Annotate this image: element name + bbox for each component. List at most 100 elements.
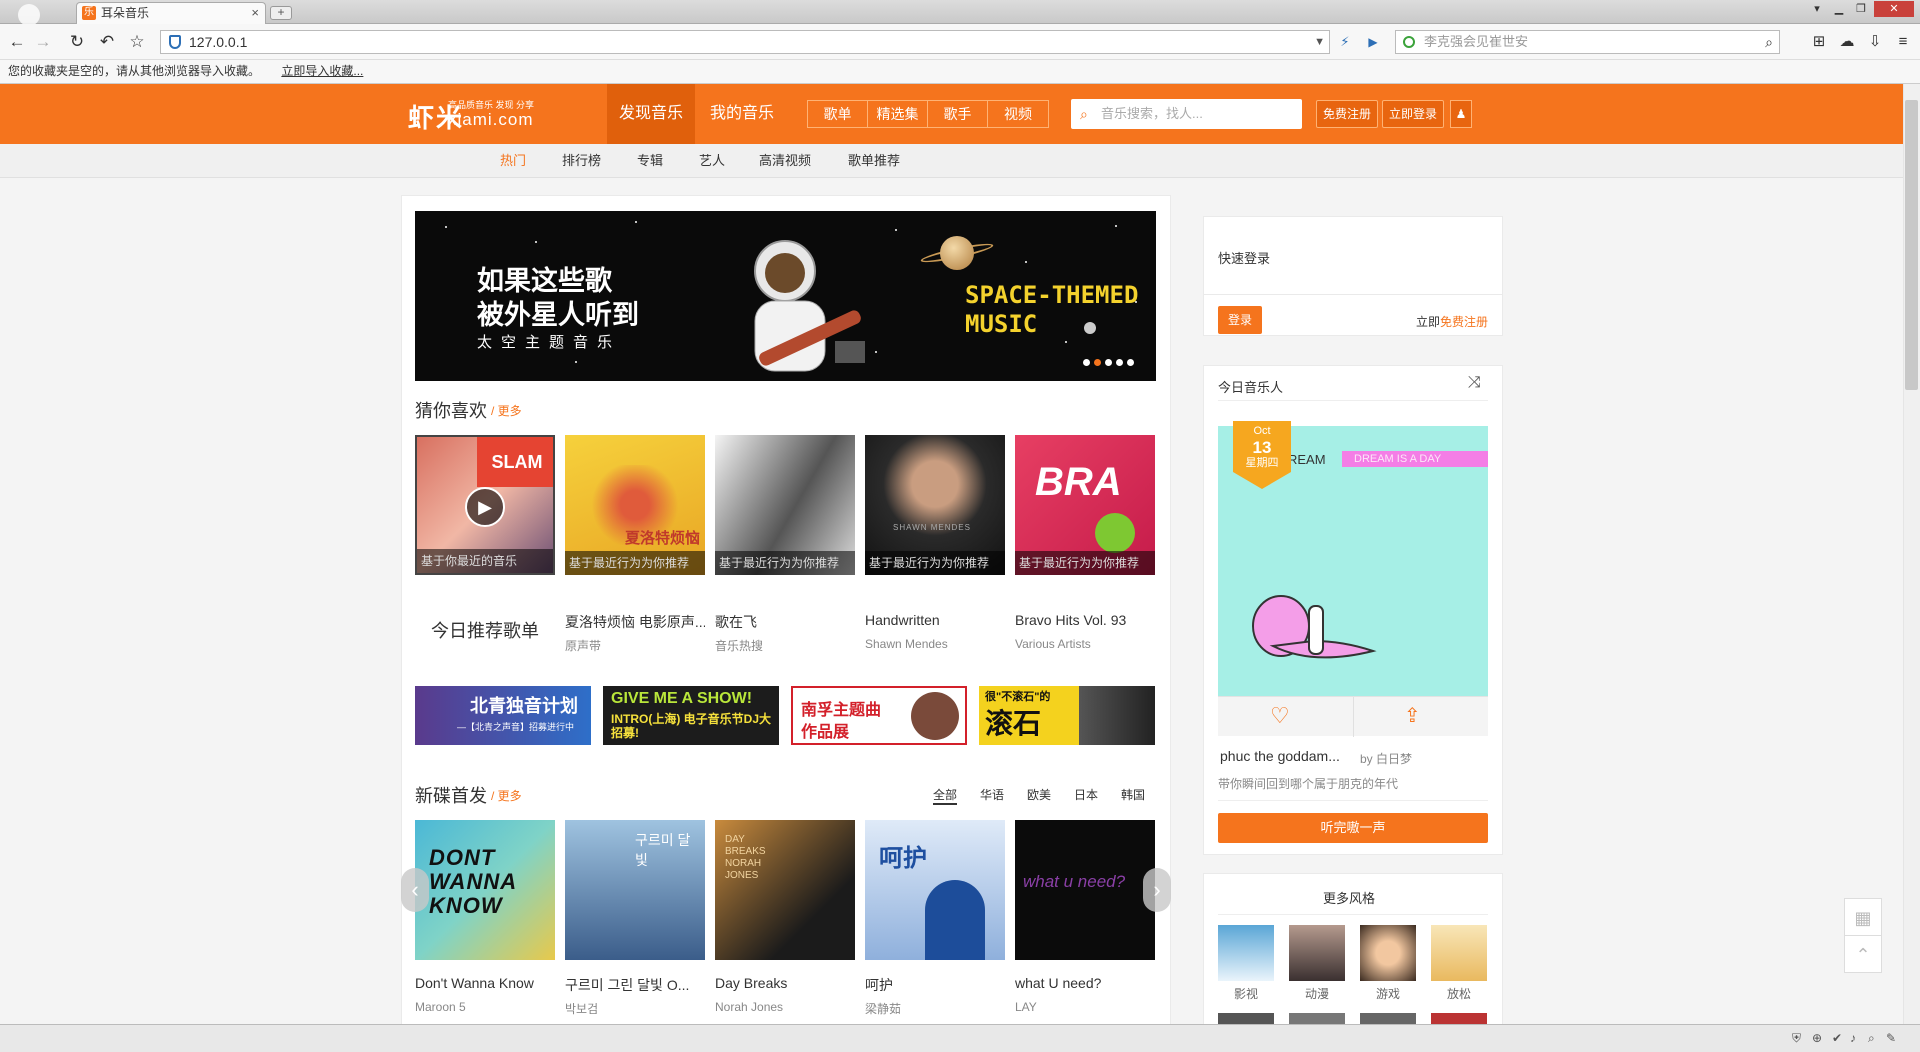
user-avatar-icon[interactable] bbox=[18, 4, 40, 26]
new-tab-button[interactable]: + bbox=[270, 6, 292, 20]
import-bookmarks-link[interactable]: 立即导入收藏... bbox=[281, 64, 363, 78]
album-title[interactable]: 구르미 그린 달빛 O... bbox=[565, 975, 705, 995]
album-tile-4[interactable]: 呵护 bbox=[865, 820, 1005, 960]
album-title[interactable]: what U need? bbox=[1015, 975, 1155, 991]
add-icon[interactable]: ⊕ bbox=[1812, 1031, 1822, 1045]
hero-banner[interactable]: 如果这些歌 被外星人听到 太空主题音乐 SPACE-THEMED MUSIC bbox=[415, 211, 1156, 381]
item-artist[interactable]: Shawn Mendes bbox=[865, 637, 1005, 651]
flash-icon[interactable]: ⚡ bbox=[1334, 31, 1356, 53]
heart-icon[interactable]: ♡ bbox=[1270, 703, 1290, 729]
play-icon[interactable]: ▶ bbox=[1362, 31, 1384, 53]
style-label[interactable]: 影视 bbox=[1218, 985, 1274, 1002]
forward-icon[interactable]: → bbox=[32, 31, 54, 53]
subnav-hd-video[interactable]: 高清视频 bbox=[759, 144, 811, 178]
guess-tile-4[interactable]: SHAWN MENDES 基于最近行为为你推荐 bbox=[865, 435, 1005, 575]
style-tile[interactable] bbox=[1289, 1013, 1345, 1024]
cloud-icon[interactable]: ☁ bbox=[1836, 31, 1858, 53]
banner-pagination[interactable] bbox=[1083, 359, 1134, 366]
shuffle-icon[interactable]: ⤨ bbox=[1468, 374, 1481, 392]
item-artist[interactable]: 原声带 bbox=[565, 637, 705, 654]
album-artist[interactable]: Maroon 5 bbox=[415, 1000, 555, 1014]
restore-button[interactable]: ❐ bbox=[1850, 1, 1872, 17]
guess-more-link[interactable]: / 更多 bbox=[491, 402, 522, 419]
album-tile-5[interactable]: what u need? bbox=[1015, 820, 1155, 960]
zoom-icon[interactable]: ⌕ bbox=[1868, 1031, 1875, 1046]
style-tile-anime[interactable] bbox=[1289, 925, 1345, 981]
style-label[interactable]: 游戏 bbox=[1360, 985, 1416, 1002]
promo-ad-4[interactable]: 很"不滚石"的 滚石 bbox=[979, 686, 1155, 745]
item-title[interactable]: Bravo Hits Vol. 93 bbox=[1015, 612, 1155, 628]
security-icon[interactable]: ⛨ bbox=[1792, 1031, 1801, 1046]
menu-icon[interactable]: ≡ bbox=[1892, 31, 1914, 53]
skin-icon[interactable]: ▾ bbox=[1806, 1, 1828, 17]
qq-login-icon[interactable]: ♟ bbox=[1450, 100, 1472, 128]
nav-playlists[interactable]: 歌单 bbox=[808, 101, 868, 127]
style-tile-film[interactable] bbox=[1218, 925, 1274, 981]
subnav-charts[interactable]: 排行榜 bbox=[562, 144, 601, 178]
album-title[interactable]: Day Breaks bbox=[715, 975, 855, 991]
search-icon[interactable]: ⌕ bbox=[1765, 31, 1773, 53]
nav-my-music[interactable]: 我的音乐 bbox=[698, 84, 786, 144]
subnav-playlist-rec[interactable]: 歌单推荐 bbox=[848, 144, 900, 178]
volume-icon[interactable]: ♪ bbox=[1850, 1031, 1856, 1045]
item-title[interactable]: Handwritten bbox=[865, 612, 1005, 628]
promo-ad-3[interactable]: 南孚主题曲 作品展 bbox=[791, 686, 967, 745]
nav-videos[interactable]: 视频 bbox=[988, 101, 1048, 127]
item-title[interactable]: 夏洛特烦恼 电影原声... bbox=[565, 612, 705, 632]
reload-icon[interactable]: ↻ bbox=[66, 31, 88, 53]
url-field[interactable]: 127.0.0.1 ▼ bbox=[160, 30, 1330, 54]
nav-discover[interactable]: 发现音乐 bbox=[607, 84, 696, 144]
filter-all[interactable]: 全部 bbox=[933, 786, 958, 805]
album-artist[interactable]: 梁静茹 bbox=[865, 1000, 1005, 1017]
subnav-albums[interactable]: 专辑 bbox=[637, 144, 663, 178]
browser-search-input[interactable]: 李克强会见崔世安 ⌕ bbox=[1395, 30, 1780, 54]
subnav-artists[interactable]: 艺人 bbox=[699, 144, 725, 178]
url-dropdown-icon[interactable]: ▼ bbox=[1314, 31, 1325, 53]
nav-collections[interactable]: 精选集 bbox=[868, 101, 928, 127]
download-icon[interactable]: ⇩ bbox=[1864, 31, 1886, 53]
style-label[interactable]: 放松 bbox=[1431, 985, 1487, 1002]
next-arrow-icon[interactable]: › bbox=[1143, 868, 1171, 912]
share-icon[interactable]: ⇪ bbox=[1404, 703, 1421, 728]
promo-ad-2[interactable]: GIVE ME A SHOW! INTRO(上海) 电子音乐节DJ大招募! bbox=[603, 686, 779, 745]
guess-tile-5[interactable]: BRA 基于最近行为为你推荐 bbox=[1015, 435, 1155, 575]
style-tile[interactable] bbox=[1431, 1013, 1487, 1024]
album-title[interactable]: 呵护 bbox=[865, 975, 1005, 995]
sidebar-register-link[interactable]: 立即免费注册 bbox=[1416, 313, 1488, 330]
album-artist[interactable]: Norah Jones bbox=[715, 1000, 855, 1014]
undo-icon[interactable]: ↶ bbox=[96, 31, 118, 53]
album-artist[interactable]: 박보검 bbox=[565, 1000, 705, 1017]
style-tile-relax[interactable] bbox=[1431, 925, 1487, 981]
subnav-hot[interactable]: 热门 bbox=[500, 144, 526, 178]
filter-japanese[interactable]: 日本 bbox=[1074, 786, 1098, 803]
back-icon[interactable]: ← bbox=[6, 31, 28, 53]
style-label[interactable]: 动漫 bbox=[1289, 985, 1345, 1002]
guess-tile-3[interactable]: 基于最近行为为你推荐 bbox=[715, 435, 855, 575]
register-button[interactable]: 免费注册 bbox=[1316, 100, 1379, 128]
album-artist[interactable]: LAY bbox=[1015, 1000, 1155, 1014]
style-tile[interactable] bbox=[1360, 1013, 1416, 1024]
promo-ad-1[interactable]: 北青独音计划 —【北青之声音】招募进行中 bbox=[415, 686, 591, 745]
scrollbar-thumb[interactable] bbox=[1905, 100, 1918, 390]
style-tile[interactable] bbox=[1218, 1013, 1274, 1024]
apps-icon[interactable]: ⊞ bbox=[1808, 31, 1830, 53]
qr-code-icon[interactable]: ▦ bbox=[1844, 898, 1882, 936]
album-tile-3[interactable]: DAY BREAKS NORAH JONES bbox=[715, 820, 855, 960]
guess-tile-1[interactable]: SLAM ▶ 基于你最近的音乐 bbox=[415, 435, 555, 575]
today-playlist-label[interactable]: 今日推荐歌单 bbox=[431, 617, 539, 643]
back-to-top-icon[interactable]: ⌃ bbox=[1844, 935, 1882, 973]
login-button[interactable]: 立即登录 bbox=[1382, 100, 1445, 128]
item-artist[interactable]: Various Artists bbox=[1015, 637, 1155, 651]
nav-artists[interactable]: 歌手 bbox=[928, 101, 988, 127]
new-releases-more-link[interactable]: / 更多 bbox=[491, 787, 522, 804]
filter-korean[interactable]: 韩国 bbox=[1121, 786, 1145, 803]
wrench-icon[interactable]: ✎ bbox=[1886, 1031, 1896, 1045]
minimize-button[interactable]: ▁ bbox=[1828, 1, 1850, 17]
listen-button[interactable]: 听完嗷一声 bbox=[1218, 813, 1488, 843]
musician-song-title[interactable]: phuc the goddam... bbox=[1220, 748, 1340, 764]
star-icon[interactable]: ☆ bbox=[126, 31, 148, 53]
item-artist[interactable]: 音乐热搜 bbox=[715, 637, 855, 654]
sidebar-login-button[interactable]: 登录 bbox=[1218, 306, 1262, 334]
close-window-button[interactable]: ✕ bbox=[1874, 1, 1914, 17]
album-title[interactable]: Don't Wanna Know bbox=[415, 975, 555, 991]
